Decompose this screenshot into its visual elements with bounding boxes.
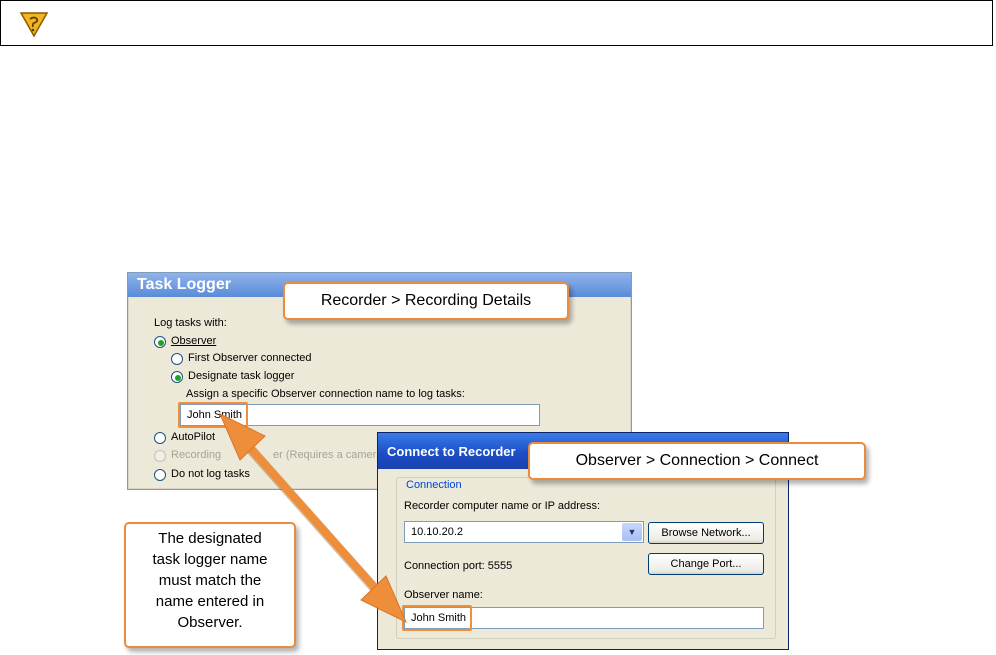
recording-radio[interactable] <box>154 450 166 462</box>
change-port-button[interactable]: Change Port... <box>648 553 764 575</box>
recorder-address-value: 10.10.20.2 <box>411 526 463 538</box>
tip-icon <box>19 12 49 38</box>
browse-network-button[interactable]: Browse Network... <box>648 522 764 544</box>
designate-logger-label: Designate task logger <box>188 370 295 382</box>
observer-connection-callout: Observer > Connection > Connect <box>528 442 866 480</box>
recorder-address-label: Recorder computer name or IP address: <box>404 500 601 512</box>
note-line: must match the <box>158 572 262 589</box>
first-observer-label: First Observer connected <box>188 352 312 364</box>
first-observer-radio[interactable] <box>171 353 183 365</box>
recording-label-start: Recording <box>171 449 222 461</box>
note-line: name entered in <box>155 593 265 610</box>
observer-name-label: Observer name: <box>404 589 483 601</box>
do-not-log-label: Do not log tasks <box>171 468 250 480</box>
observer-radio-label: Observer <box>171 335 217 347</box>
connection-group-label: Connection <box>404 479 464 491</box>
observer-connection-callout-text: Observer > Connection > Connect <box>575 452 819 469</box>
recorder-details-callout-text: Recorder > Recording Details <box>320 292 532 309</box>
chevron-down-icon[interactable]: ▼ <box>622 523 642 541</box>
note-line: task logger name <box>152 551 268 568</box>
task-logger-name-highlight <box>178 402 248 428</box>
connection-port-label: Connection port: 5555 <box>404 560 513 572</box>
designate-logger-radio[interactable] <box>171 371 183 383</box>
do-not-log-radio[interactable] <box>154 469 166 481</box>
autopilot-label: AutoPilot <box>171 431 216 443</box>
observer-name-highlight <box>402 605 472 631</box>
recorder-address-combo[interactable]: 10.10.20.2 <box>404 521 644 543</box>
recorder-details-callout: Recorder > Recording Details <box>283 282 569 320</box>
observer-radio[interactable] <box>154 336 166 348</box>
assign-name-label: Assign a specific Observer connection na… <box>186 388 465 400</box>
name-match-note: The designated task logger name must mat… <box>124 522 296 648</box>
autopilot-radio[interactable] <box>154 432 166 444</box>
note-line: The designated <box>158 530 262 547</box>
tip-bar <box>0 0 993 46</box>
log-tasks-with-label: Log tasks with: <box>154 317 227 329</box>
note-line: Observer. <box>177 614 243 631</box>
